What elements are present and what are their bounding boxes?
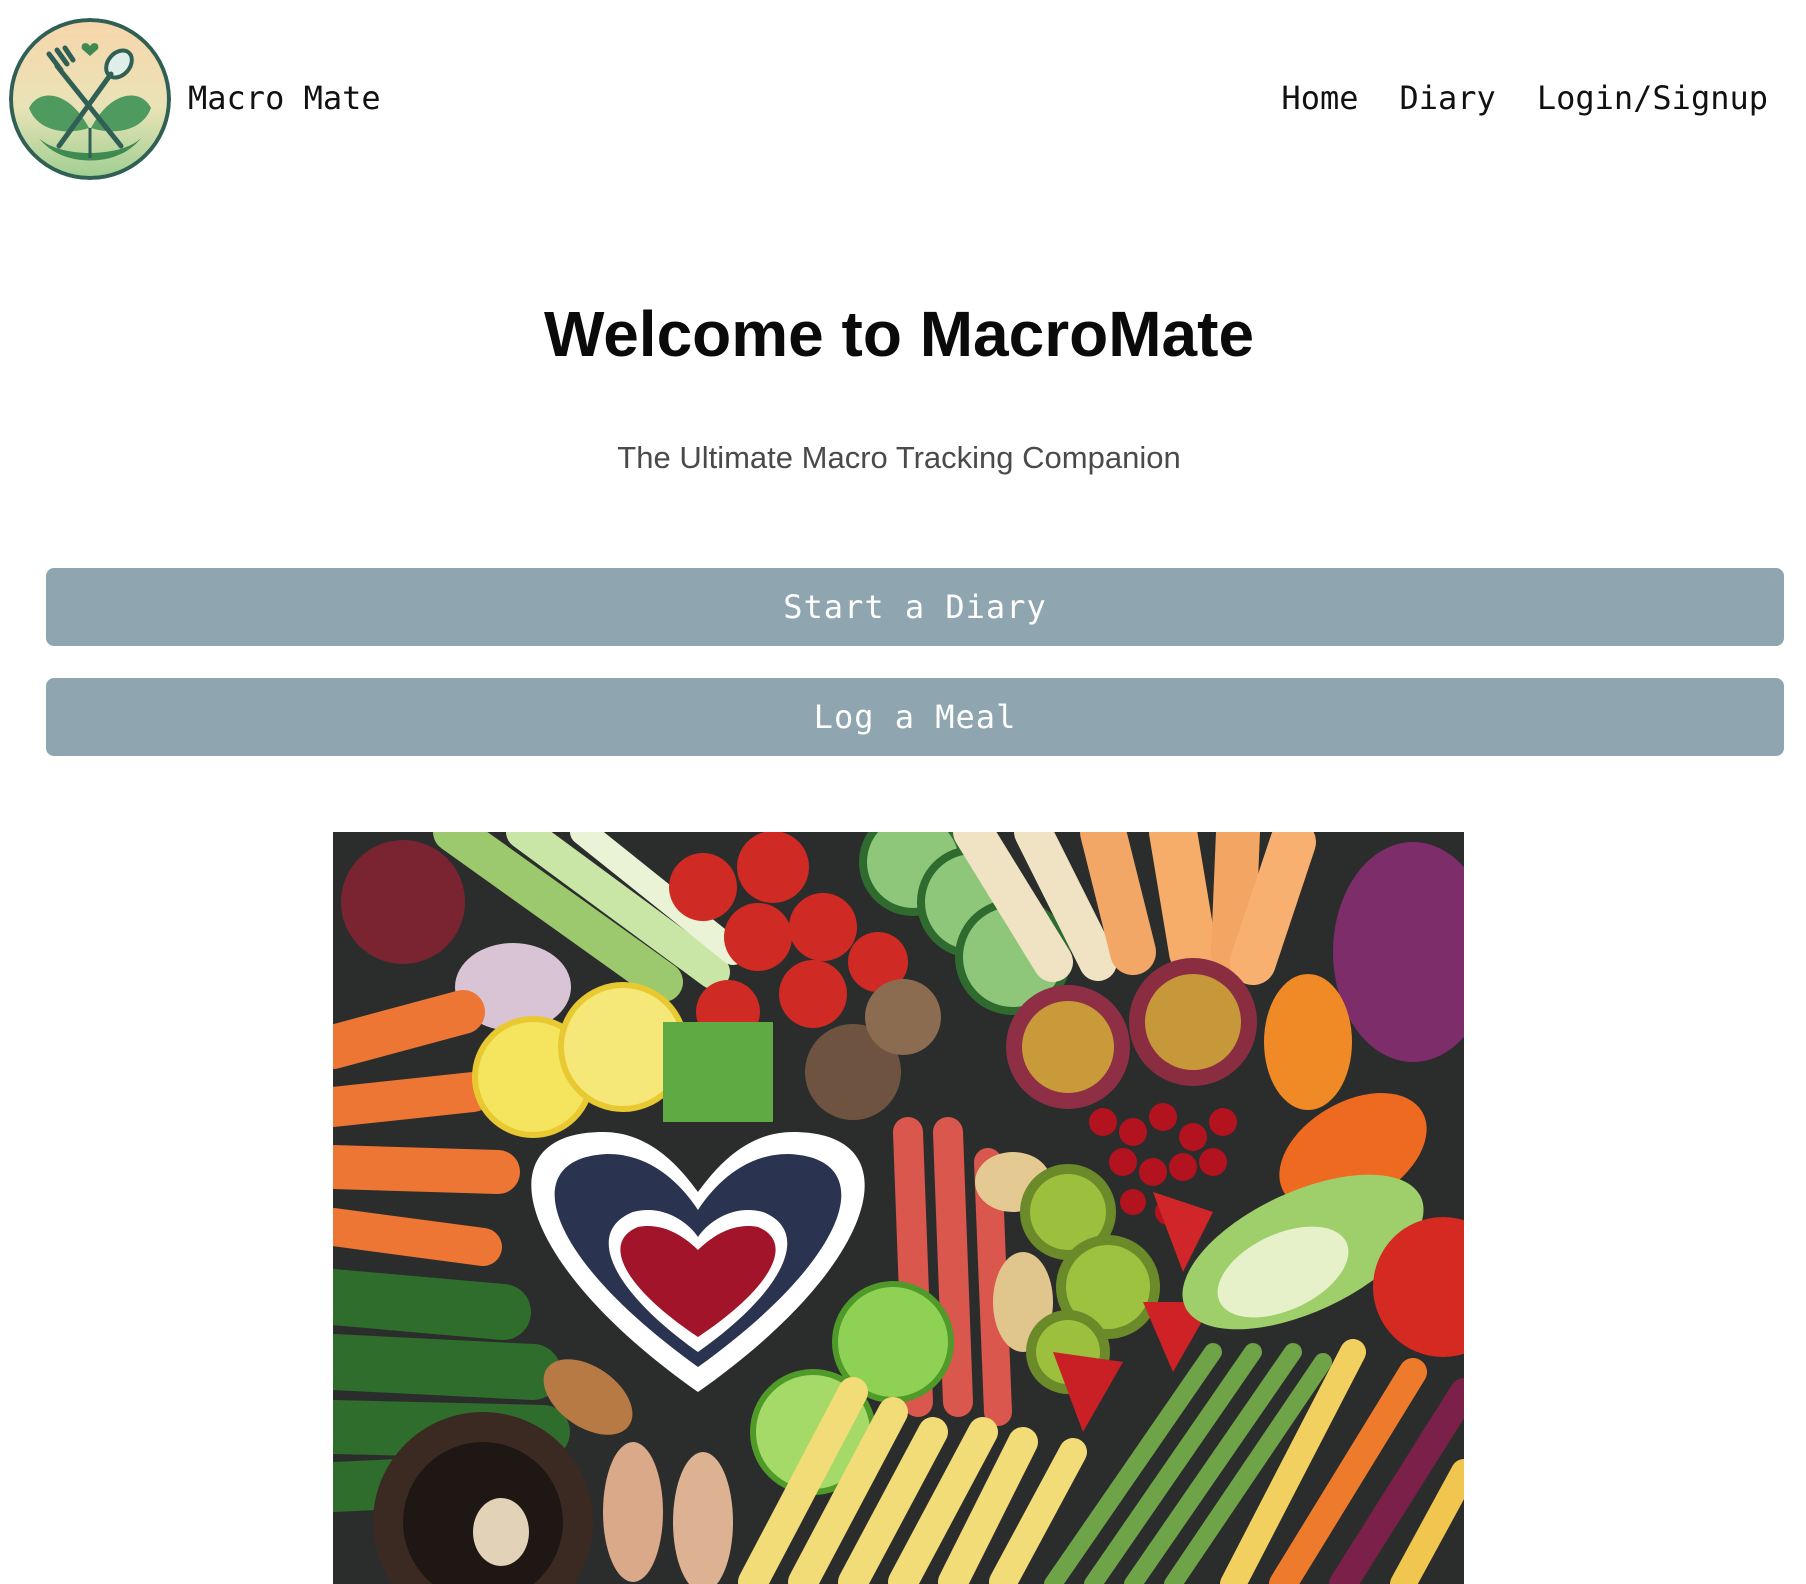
nav-link-home[interactable]: Home bbox=[1281, 76, 1358, 120]
start-diary-button[interactable]: Start a Diary bbox=[46, 568, 1784, 646]
page-title: Welcome to MacroMate bbox=[543, 298, 1255, 370]
brand-name[interactable]: Macro Mate bbox=[188, 76, 381, 120]
navbar: Macro Mate Home Diary Login/Signup bbox=[0, 0, 1806, 200]
vegetables-hero-image bbox=[333, 832, 1464, 1584]
page-subtitle: The Ultimate Macro Tracking Companion bbox=[617, 440, 1181, 475]
nav-link-diary[interactable]: Diary bbox=[1399, 76, 1495, 120]
nav-link-login-signup[interactable]: Login/Signup bbox=[1537, 76, 1768, 120]
logo-icon[interactable] bbox=[9, 18, 171, 180]
log-meal-button[interactable]: Log a Meal bbox=[46, 678, 1784, 756]
main-nav: Home Diary Login/Signup bbox=[1281, 76, 1768, 120]
